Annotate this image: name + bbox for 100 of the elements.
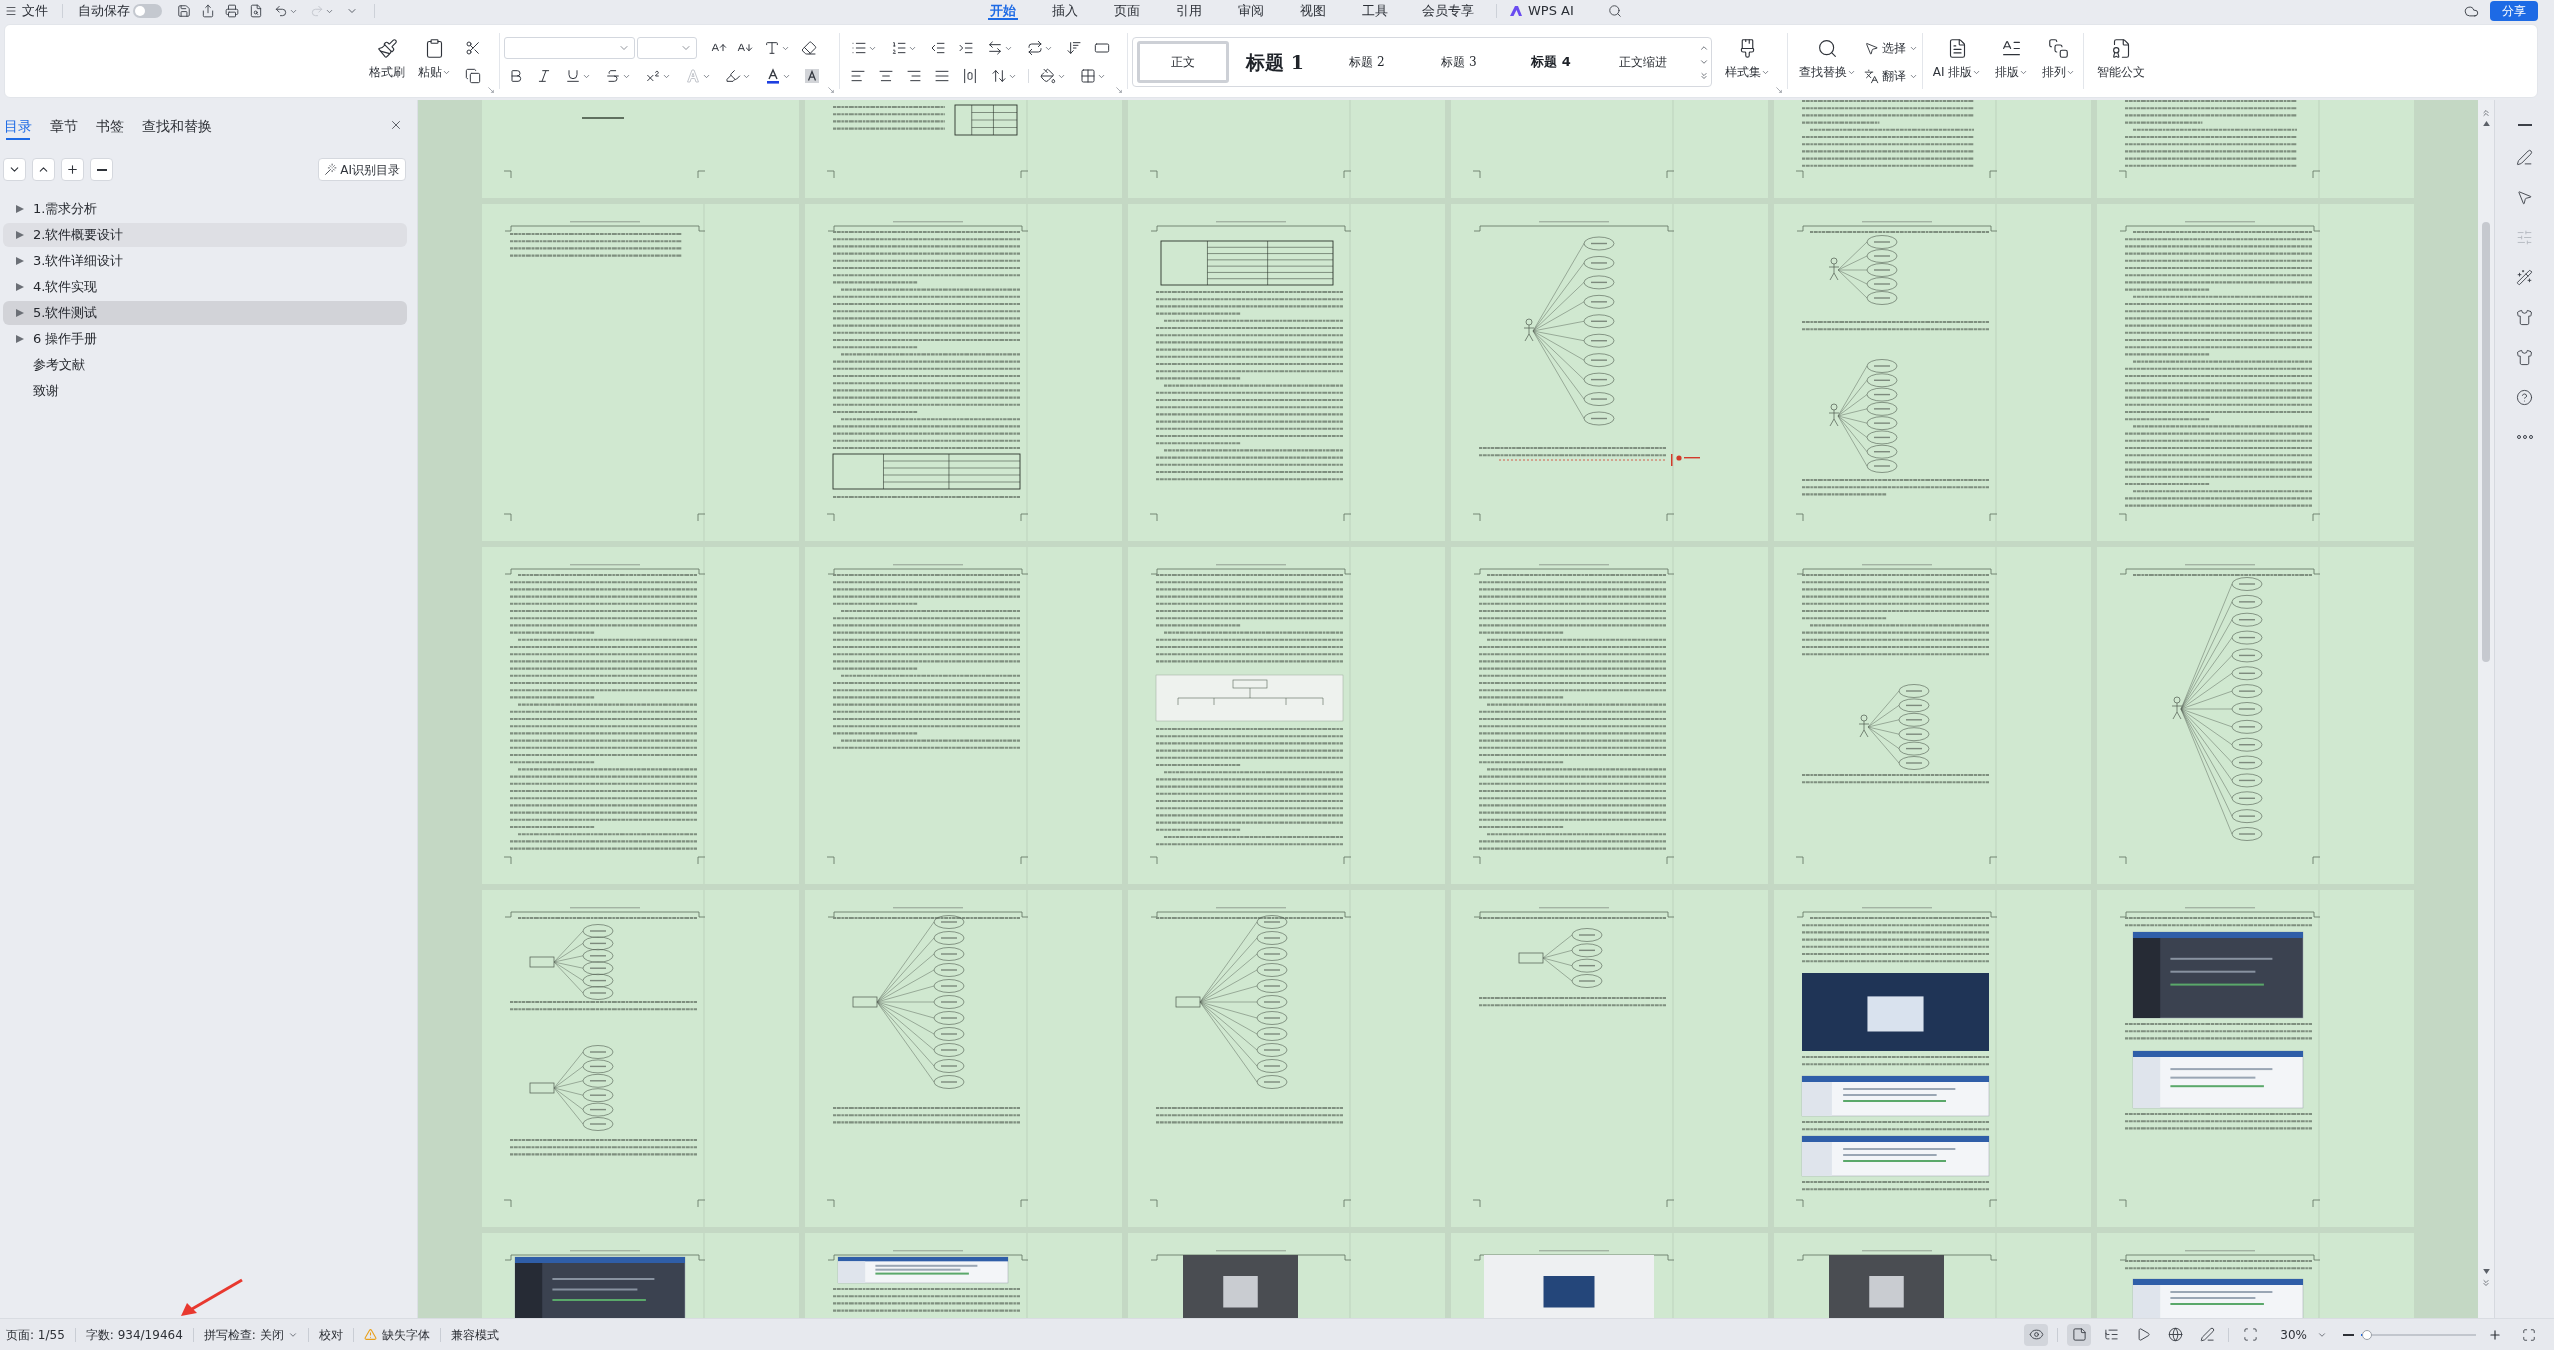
menu-tab[interactable]: 会员专享 (1406, 0, 1490, 22)
double-chevron-up-icon (2481, 108, 2491, 118)
strikethrough-icon (605, 68, 621, 84)
find-replace-button[interactable]: 查找替换 (1794, 25, 1860, 97)
menu-tab[interactable]: 开始 (972, 0, 1034, 22)
outline-item[interactable]: 6 操作手册 (3, 327, 407, 351)
demote-button[interactable] (90, 158, 113, 181)
outline-item[interactable]: 2.软件概要设计 (3, 223, 407, 247)
promote-button[interactable] (61, 158, 84, 181)
redo-icon (310, 4, 324, 18)
translate-icon (1864, 68, 1879, 84)
format-painter-button[interactable]: 格式刷 (366, 25, 408, 97)
style-option[interactable]: 标题 4 (1505, 41, 1597, 83)
paint-bucket-icon (1040, 68, 1056, 84)
menu-tab[interactable]: 插入 (1034, 0, 1096, 22)
pane-tab[interactable]: 章节 (50, 117, 78, 140)
wand-icon (324, 163, 338, 176)
corner-arrow-icon (486, 85, 495, 94)
style-option[interactable]: 标题 1 (1229, 41, 1321, 83)
style-option[interactable]: 正文 (1137, 41, 1229, 83)
scroll-down-button[interactable] (2482, 1269, 2490, 1274)
ai-layout-button[interactable]: AI 排版 (1927, 25, 1987, 97)
letter-t-icon (764, 40, 780, 56)
zoom-level-dropdown[interactable]: 30% (2280, 1325, 2327, 1344)
pointer-icon (2516, 188, 2533, 206)
cycle-arrows-icon (1027, 40, 1043, 56)
minus-line-icon (2517, 124, 2532, 126)
arrange-button[interactable]: 排列 (2037, 25, 2079, 97)
undo-icon (274, 4, 288, 18)
pen-icon (2199, 1327, 2215, 1342)
outlined-letter-icon (685, 68, 701, 84)
help-icon (2516, 388, 2533, 406)
autosave-label: 自动保存 (78, 2, 130, 21)
shirt-icon (2516, 348, 2533, 366)
distribute-icon (962, 68, 978, 84)
bold-icon (508, 68, 524, 84)
status-text: 字数: 934/19464 (84, 1326, 184, 1344)
cloud-icon (2463, 3, 2479, 19)
paintbrush-icon (376, 38, 398, 59)
expand-all-button[interactable] (32, 158, 55, 181)
list-tree-icon (2103, 1327, 2119, 1342)
outline-item[interactable]: 3.软件详细设计 (3, 249, 407, 273)
scroll-up-button[interactable] (2482, 121, 2490, 126)
chevron-down-icon (1699, 57, 1709, 67)
decrease-indent-icon (930, 40, 946, 56)
layout-button[interactable]: 排版 (1991, 25, 2031, 97)
frame-corners-icon (2242, 1327, 2258, 1342)
eye-icon (2028, 1327, 2044, 1342)
page-view-button[interactable] (2067, 1323, 2092, 1346)
share-button[interactable]: 分享 (2490, 1, 2538, 21)
status-dropdown[interactable]: 拼写检查: 关闭 (193, 1325, 308, 1344)
menu-tab[interactable]: 审阅 (1220, 0, 1282, 22)
smart-document-button[interactable]: 智能公文 (2092, 25, 2150, 97)
status-text: 页面: 1/55 (5, 1326, 66, 1344)
align-left-icon (850, 68, 866, 84)
style-option[interactable]: 正文缩进 (1597, 41, 1689, 83)
menu-tab[interactable]: 视图 (1282, 0, 1344, 22)
scrollbar-thumb[interactable] (2482, 222, 2490, 662)
outline-item[interactable]: 参考文献 (3, 353, 407, 377)
warning-icon (363, 1328, 377, 1341)
file-menu[interactable]: 文件 (0, 1, 54, 21)
corner-arrow-icon (826, 85, 835, 94)
pane-tab[interactable]: 目录 (4, 117, 32, 140)
pane-tab[interactable]: 查找和替换 (142, 117, 212, 140)
translate-button[interactable]: 翻译 (1864, 65, 1918, 87)
full-screen-icon (2522, 1327, 2536, 1342)
eye-protection-toggle[interactable] (2024, 1323, 2049, 1346)
style-option[interactable]: 标题 3 (1413, 41, 1505, 83)
collapse-all-button[interactable] (3, 158, 26, 181)
annotation-arrow-icon (180, 1278, 244, 1318)
justify-icon (934, 68, 950, 84)
autosave-toggle[interactable] (133, 4, 162, 18)
menu-tab[interactable]: 引用 (1158, 0, 1220, 22)
ai-tab[interactable]: WPS AI (1509, 1, 1574, 21)
outline-item[interactable]: 5.软件测试 (3, 301, 407, 325)
outline-item[interactable]: 致谢 (3, 379, 407, 403)
ai-outline-button[interactable]: AI识别目录 (318, 158, 406, 181)
style-option[interactable]: 标题 2 (1321, 41, 1413, 83)
paste-button[interactable]: 粘贴 (410, 25, 458, 97)
scroll-down-arrow-icon (2482, 1269, 2490, 1274)
font-color-icon (765, 68, 781, 84)
highlighter-icon (725, 68, 741, 84)
outline-item[interactable]: 1.需求分析 (3, 197, 407, 221)
outline-item[interactable]: 4.软件实现 (3, 275, 407, 299)
upload-icon (201, 4, 215, 18)
menu-icon (5, 5, 17, 17)
italic-icon (536, 68, 552, 84)
menu-tab[interactable]: 工具 (1344, 0, 1406, 22)
select-button[interactable]: 选择 (1864, 37, 1918, 59)
style-set-button[interactable]: 样式集 (1720, 25, 1774, 97)
eraser-icon (801, 40, 817, 56)
corner-arrow-icon (1774, 85, 1783, 94)
copy-icon (465, 68, 481, 84)
stacked-squares-icon (2047, 38, 2069, 59)
zoom-slider-thumb[interactable] (2361, 1329, 2372, 1340)
menu-tab[interactable]: 页面 (1096, 0, 1158, 22)
zoom-slider[interactable] (2361, 1329, 2476, 1340)
pane-tab[interactable]: 书签 (96, 117, 124, 140)
rectangle-icon (1094, 40, 1110, 56)
missing-font-button[interactable]: 缺失字体 (353, 1325, 440, 1344)
